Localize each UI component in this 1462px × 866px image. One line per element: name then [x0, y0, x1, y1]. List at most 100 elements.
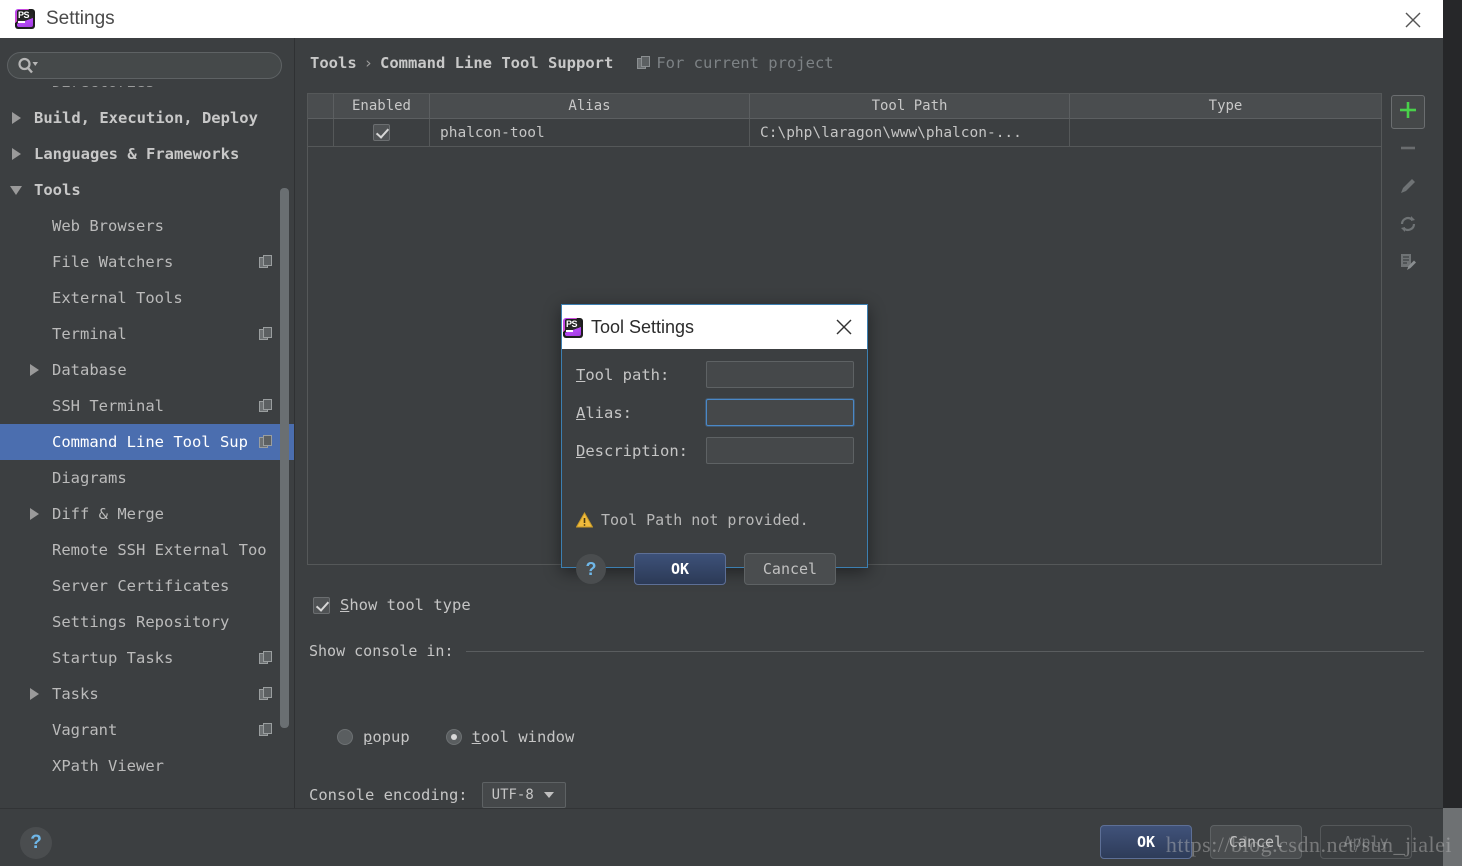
add-button[interactable] [1391, 95, 1425, 129]
sidebar-item-vagrant[interactable]: Vagrant [0, 712, 295, 748]
chevron-right-icon[interactable] [10, 147, 24, 161]
dialog-titlebar: PS Tool Settings [562, 305, 867, 349]
breadcrumb-leaf: Command Line Tool Support [380, 54, 614, 72]
row-type-cell[interactable] [1070, 119, 1381, 146]
sidebar-item-directories[interactable]: Directories [0, 86, 295, 100]
show-tool-type-label: Show tool type [340, 596, 471, 614]
show-tool-type-row[interactable]: Show tool type [313, 596, 471, 614]
cancel-button[interactable]: Cancel [1210, 825, 1302, 859]
settings-sidebar: Directories Build, Execution, Deploy Langu… [0, 38, 295, 808]
sidebar-item-diff-merge[interactable]: Diff & Merge [0, 496, 295, 532]
chevron-right-icon[interactable] [10, 111, 24, 125]
breadcrumb-root[interactable]: Tools [310, 54, 357, 72]
chevron-right-icon[interactable] [28, 507, 42, 521]
dialog-help-button[interactable]: ? [576, 554, 606, 584]
logo-text: PS [18, 10, 30, 20]
tool-path-input[interactable] [706, 361, 854, 388]
sidebar-item-web-browsers[interactable]: Web Browsers [0, 208, 295, 244]
close-icon[interactable] [1401, 8, 1425, 32]
search-input[interactable] [42, 53, 277, 78]
minus-icon [1398, 138, 1418, 162]
refresh-button[interactable] [1391, 209, 1425, 243]
chevron-down-icon[interactable] [10, 183, 24, 197]
row-enabled-cell[interactable] [334, 119, 430, 146]
sidebar-item-xpath-viewer[interactable]: XPath Viewer [0, 748, 295, 784]
sidebar-item-languages-frameworks[interactable]: Languages & Frameworks [0, 136, 295, 172]
search-icon [17, 57, 39, 75]
dialog-body: Tool path: Alias: Description: Tool Path… [562, 349, 867, 585]
table-header-cell-tool-path[interactable]: Tool Path [750, 94, 1070, 118]
sidebar-item-remote-ssh-external-too[interactable]: Remote SSH External Too [0, 532, 295, 568]
sidebar-item-tools[interactable]: Tools [0, 172, 295, 208]
sidebar-item-label: XPath Viewer [52, 757, 164, 775]
sidebar-item-command-line-tool-sup[interactable]: Command Line Tool Sup [0, 424, 295, 460]
row-alias-cell[interactable]: phalcon-tool [430, 119, 750, 146]
enabled-checkbox[interactable] [373, 124, 390, 141]
show-tool-type-checkbox[interactable] [313, 596, 330, 614]
search-box[interactable] [7, 52, 282, 79]
sidebar-item-settings-repository[interactable]: Settings Repository [0, 604, 295, 640]
breadcrumb: Tools › Command Line Tool Support For cu… [310, 54, 834, 72]
sidebar-item-terminal[interactable]: Terminal [0, 316, 295, 352]
alias-row: Alias: [576, 399, 856, 426]
project-scope-icon [259, 399, 273, 413]
sidebar-item-tasks[interactable]: Tasks [0, 676, 295, 712]
sidebar-item-ssh-terminal[interactable]: SSH Terminal [0, 388, 295, 424]
sidebar-item-label: Diff & Merge [52, 505, 164, 523]
show-console-in-label: Show console in: [309, 642, 454, 660]
dialog-cancel-button[interactable]: Cancel [744, 553, 836, 585]
sidebar-scrollbar-thumb[interactable] [280, 188, 289, 728]
sidebar-item-label: External Tools [52, 289, 183, 307]
table-header-cell-type[interactable]: Type [1070, 94, 1381, 118]
dialog-close-icon[interactable] [833, 316, 855, 338]
remove-button[interactable] [1391, 133, 1425, 167]
sidebar-item-build-execution-deploy[interactable]: Build, Execution, Deploy [0, 100, 295, 136]
sidebar-item-label: Diagrams [52, 469, 127, 487]
alias-input[interactable] [706, 399, 854, 426]
ok-button[interactable]: OK [1100, 825, 1192, 859]
radio-popup[interactable] [337, 729, 353, 745]
breadcrumb-separator: › [363, 54, 374, 72]
refresh-icon [1398, 214, 1418, 238]
sidebar-item-startup-tasks[interactable]: Startup Tasks [0, 640, 295, 676]
dialog-ok-button[interactable]: OK [634, 553, 726, 585]
document-edit-icon [1398, 252, 1418, 276]
sidebar-item-server-certificates[interactable]: Server Certificates [0, 568, 295, 604]
sidebar-item-label: Tools [34, 181, 81, 199]
sidebar-item-label: Command Line Tool Sup [52, 433, 248, 451]
dialog-phpstorm-logo-icon: PS [562, 317, 583, 338]
sidebar-item-file-watchers[interactable]: File Watchers [0, 244, 295, 280]
chevron-right-icon[interactable] [28, 363, 42, 377]
sidebar-item-database[interactable]: Database [0, 352, 295, 388]
row-tool-path-cell[interactable]: C:\php\laragon\www\phalcon-... [750, 119, 1070, 146]
description-input[interactable] [706, 437, 854, 464]
console-encoding-value: UTF-8 [491, 787, 534, 803]
help-button[interactable]: ? [20, 827, 52, 859]
console-encoding-select[interactable]: UTF-8 [481, 782, 566, 808]
console-encoding-label: Console encoding: [309, 786, 468, 804]
chevron-right-icon[interactable] [28, 687, 42, 701]
radio-tool-window[interactable] [445, 729, 462, 745]
table-header-cell-enabled[interactable]: Enabled [334, 94, 430, 118]
sidebar-item-label: Remote SSH External Too [52, 541, 267, 559]
sidebar-item-external-tools[interactable]: External Tools [0, 280, 295, 316]
edit-document-button[interactable] [1391, 247, 1425, 281]
table-header-cell-alias[interactable]: Alias [430, 94, 750, 118]
apply-button: Apply [1320, 825, 1412, 859]
alias-label: Alias: [576, 403, 633, 422]
settings-main-panel: Tools › Command Line Tool Support For cu… [295, 38, 1443, 808]
table-row[interactable]: phalcon-tool C:\php\laragon\www\phalcon-… [308, 119, 1381, 147]
sidebar-item-label: Languages & Frameworks [34, 145, 240, 163]
sidebar-item-label: Server Certificates [52, 577, 230, 595]
console-encoding-row: Console encoding: UTF-8 [309, 782, 566, 808]
sidebar-item-diagrams[interactable]: Diagrams [0, 460, 295, 496]
tool-settings-dialog: PS Tool Settings Tool path: Alias: Descr… [561, 304, 868, 585]
group-separator-line [465, 650, 1424, 652]
edit-button[interactable] [1391, 171, 1425, 205]
